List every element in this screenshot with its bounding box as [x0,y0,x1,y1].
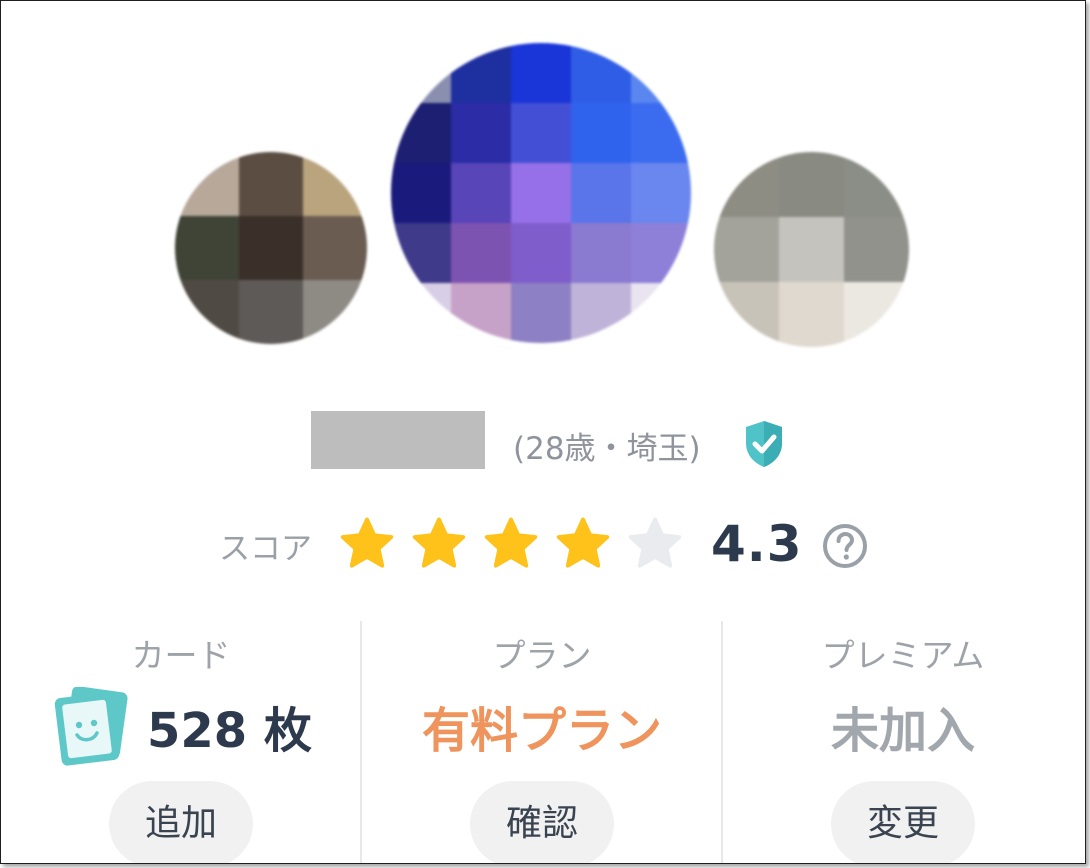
score-value: 4.3 [711,515,803,573]
profile-name-row: (28歳・埼玉) [1,411,1085,469]
star-icon-empty [628,517,682,568]
card-smile-icon [54,687,128,766]
profile-photo-left[interactable] [175,152,367,344]
premium-stat: プレミアム 未加入 変更 [723,621,1083,863]
add-card-button[interactable]: 追加 [109,781,253,863]
check-plan-button[interactable]: 確認 [470,781,614,863]
plan-stat: プラン 有料プラン 確認 [362,621,722,863]
card-count: 528 枚 [147,703,312,759]
profile-photo-main[interactable] [391,43,691,343]
star-icon-filled [340,517,394,568]
plan-title: プラン [492,636,592,675]
change-premium-button[interactable]: 変更 [831,781,975,863]
profile-screen: (28歳・埼玉) スコア 4.3 カード 528 枚 追加 プラン 有料プラン … [0,0,1086,864]
card-title: カード [131,636,231,675]
score-row: スコア 4.3 [1,513,1085,577]
card-stat: カード 528 枚 追加 [1,621,361,863]
star-icon-filled [556,517,610,568]
nickname-redacted [311,411,485,469]
score-label: スコア [219,531,312,567]
question-circle-icon[interactable] [821,522,869,570]
stats-section: カード 528 枚 追加 プラン 有料プラン 確認 プレミアム 未加入 変更 [1,621,1085,863]
star-icon-filled [484,517,538,568]
premium-title: プレミアム [821,636,985,675]
plan-value: 有料プラン [421,703,662,759]
shield-check-icon[interactable] [742,419,786,469]
age-area-text: (28歳・埼玉) [513,431,701,467]
premium-value: 未加入 [830,703,975,759]
profile-photo-right[interactable] [714,152,909,347]
star-icon-filled [412,517,466,568]
